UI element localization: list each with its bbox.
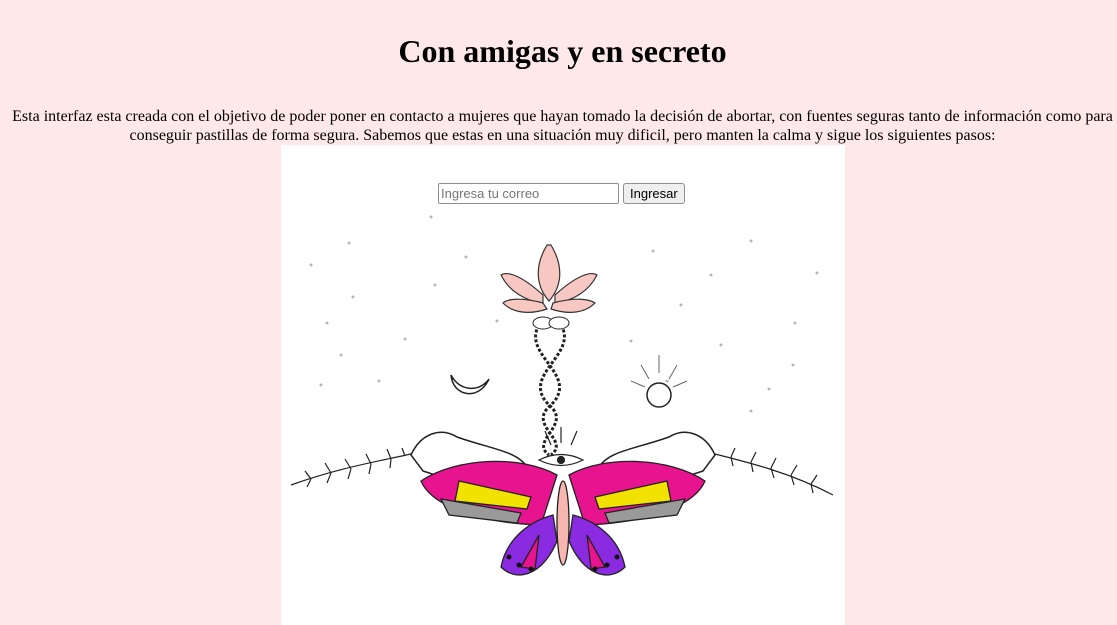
left-branch [290,447,416,488]
dna-helix [534,324,566,457]
illustration [290,215,834,576]
moon-icon [450,374,490,395]
page-title: Con amigas y en secreto [398,33,727,69]
right-branch [710,447,834,496]
butterfly [420,460,706,576]
lotus-flower [500,244,598,313]
email-input[interactable] [438,182,619,204]
intro-paragraph: Esta interfaz esta creada con el objetiv… [12,108,1113,144]
submit-button[interactable]: Ingresar [623,182,685,204]
sun-icon [630,355,688,408]
eye-icon [537,427,585,467]
login-form: Ingresar [438,182,685,204]
sparkles [309,215,819,413]
page: Con amigas y en secreto Esta interfaz es… [0,0,1117,625]
